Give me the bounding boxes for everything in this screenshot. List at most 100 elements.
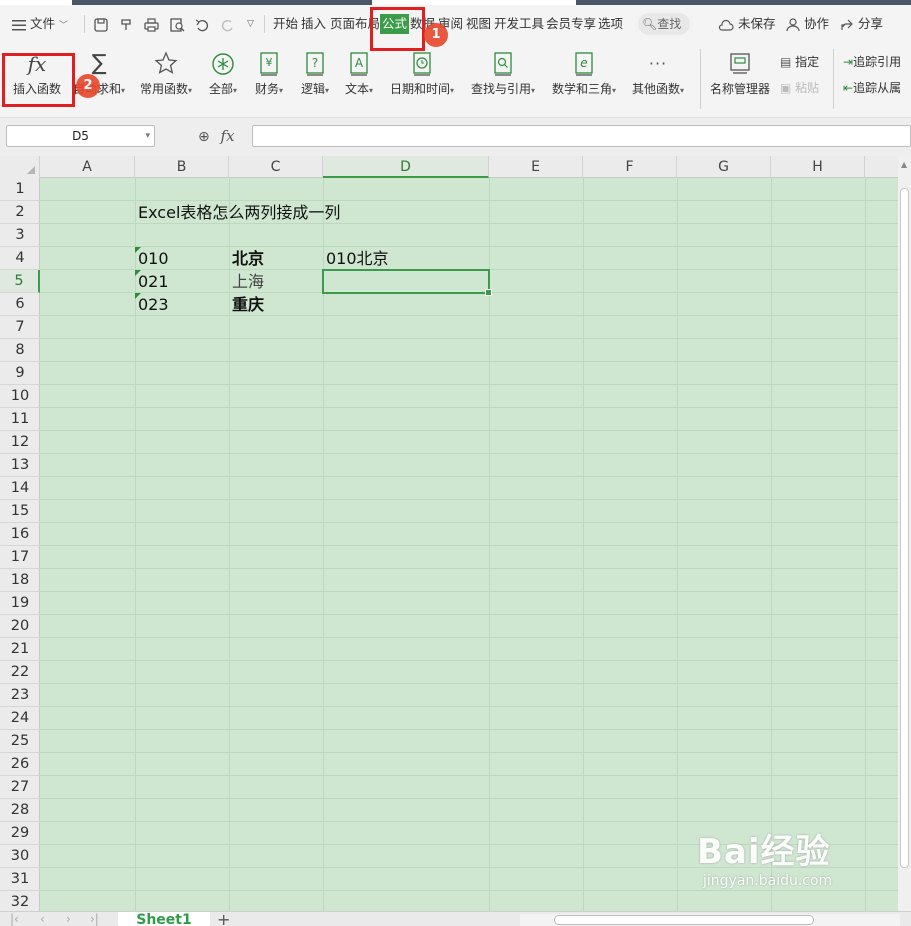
name-box[interactable]: D5 ▾ [6,125,155,147]
cell-c4[interactable]: 北京 [229,247,264,270]
share-button[interactable]: 分享 [840,5,883,43]
row-header-18[interactable]: 18 [0,569,40,592]
search-input[interactable]: 🔍︎查找 [638,13,690,35]
row-header-15[interactable]: 15 [0,500,40,523]
column-header-b[interactable]: B [135,156,229,178]
row-header-26[interactable]: 26 [0,753,40,776]
cell-b2-title[interactable]: Excel表格怎么两列接成一列 [135,201,340,224]
redo-icon[interactable] [221,5,235,43]
collaborate-button[interactable]: 协作 [786,5,829,43]
row-header-21[interactable]: 21 [0,638,40,661]
row-header-27[interactable]: 27 [0,776,40,799]
last-sheet-icon[interactable]: ›| [90,912,99,926]
cell-b6[interactable]: 023 [135,293,169,316]
zoom-icon[interactable]: ⊕ [198,129,210,145]
save-icon[interactable] [94,5,108,43]
row-header-17[interactable]: 17 [0,546,40,569]
next-sheet-icon[interactable]: › [66,912,71,926]
row-header-11[interactable]: 11 [0,408,40,431]
cell-b4[interactable]: 010 [135,247,169,270]
math-button[interactable]: e 数学和三角▾ [548,51,620,101]
row-header-25[interactable]: 25 [0,730,40,753]
datetime-button[interactable]: 日期和时间▾ [386,51,458,101]
column-header-h[interactable]: H [771,156,865,178]
row-header-7[interactable]: 7 [0,316,40,339]
row-header-5[interactable]: 5 [0,270,40,293]
lookup-button[interactable]: 查找与引用▾ [467,51,539,101]
sheet-tab-sheet1[interactable]: Sheet1 [118,912,210,926]
name-manager-button[interactable]: 名称管理器 [708,51,772,99]
horizontal-scrollbar[interactable] [520,914,900,926]
quick-access-more-icon[interactable]: ▽ [247,5,254,43]
column-header-g[interactable]: G [677,156,771,178]
row-header-4[interactable]: 4 [0,247,40,270]
first-sheet-icon[interactable]: |‹ [10,912,19,926]
tab-options[interactable]: 选项 [598,14,623,34]
logic-button[interactable]: ? 逻辑▾ [296,51,334,101]
row-header-32[interactable]: 32 [0,891,40,911]
active-cell-d5[interactable] [322,269,492,296]
row-header-31[interactable]: 31 [0,868,40,891]
cell-d4[interactable]: 010北京 [323,247,389,270]
row-header-3[interactable]: 3 [0,224,40,247]
common-functions-button[interactable]: 常用函数▾ [136,51,196,101]
scroll-up-icon[interactable]: ▲ [901,160,907,169]
text-functions-button[interactable]: A 文本▾ [340,51,378,101]
vertical-scrollbar[interactable]: ▲ [898,156,911,911]
print-icon[interactable] [144,5,159,43]
trace-dependents-button[interactable]: ⇤追踪从属 [843,79,901,97]
specify-button[interactable]: ▤ 指定 [780,53,819,71]
column-header-e[interactable]: E [489,156,583,178]
print-preview-icon[interactable] [170,5,185,43]
row-header-2[interactable]: 2 [0,201,40,224]
row-header-9[interactable]: 9 [0,362,40,385]
tab-developer[interactable]: 开发工具 [494,14,544,34]
select-all-corner[interactable] [0,156,40,178]
column-header-d[interactable]: D [323,156,489,178]
row-header-19[interactable]: 19 [0,592,40,615]
tab-view[interactable]: 视图 [466,14,491,34]
unsaved-button[interactable]: 未保存 [718,5,776,43]
file-menu-label: 文件 [29,16,55,31]
row-header-30[interactable]: 30 [0,845,40,868]
cell-area[interactable]: Excel表格怎么两列接成一列 010 北京 010北京 021 上海 023 … [40,178,900,911]
column-header-c[interactable]: C [229,156,323,178]
row-header-8[interactable]: 8 [0,339,40,362]
finance-button[interactable]: ¥ 财务▾ [250,51,288,101]
tab-home[interactable]: 开始 [273,14,298,34]
row-header-23[interactable]: 23 [0,684,40,707]
tab-member[interactable]: 会员专享 [546,14,596,34]
scrollbar-thumb[interactable] [554,915,814,925]
all-functions-button[interactable]: 全部▾ [204,51,242,101]
formula-input[interactable] [252,125,911,147]
column-header-a[interactable]: A [40,156,135,178]
row-header-6[interactable]: 6 [0,293,40,316]
column-header-f[interactable]: F [583,156,677,178]
undo-icon[interactable] [195,5,209,43]
row-header-24[interactable]: 24 [0,707,40,730]
cell-c5[interactable]: 上海 [229,270,264,293]
file-menu[interactable]: 文件 ﹀ [12,5,68,43]
prev-sheet-icon[interactable]: ‹ [40,912,45,926]
row-header-10[interactable]: 10 [0,385,40,408]
row-header-29[interactable]: 29 [0,822,40,845]
paste-name-button[interactable]: ▣ 粘贴 [780,79,819,97]
row-header-16[interactable]: 16 [0,523,40,546]
cell-c6[interactable]: 重庆 [229,293,264,316]
other-functions-button[interactable]: ··· 其他函数▾ [628,51,688,101]
scrollbar-thumb[interactable] [900,188,909,868]
row-header-12[interactable]: 12 [0,431,40,454]
fx-button[interactable]: fx [221,127,235,145]
trace-precedents-button[interactable]: ⇥追踪引用 [843,53,901,71]
row-header-28[interactable]: 28 [0,799,40,822]
row-header-22[interactable]: 22 [0,661,40,684]
format-painter-icon[interactable] [119,5,133,43]
row-header-20[interactable]: 20 [0,615,40,638]
row-header-1[interactable]: 1 [0,178,40,201]
tab-insert[interactable]: 插入 [301,14,326,34]
cell-b5[interactable]: 021 [135,270,169,293]
row-header-14[interactable]: 14 [0,477,40,500]
add-sheet-button[interactable]: + [217,910,230,926]
row-header-13[interactable]: 13 [0,454,40,477]
formula-ribbon: fx 插入函数 ∑ 自动求和▾ 常用函数▾ 全部▾ ¥ 财务▾ ? 逻辑▾ A … [0,43,911,118]
